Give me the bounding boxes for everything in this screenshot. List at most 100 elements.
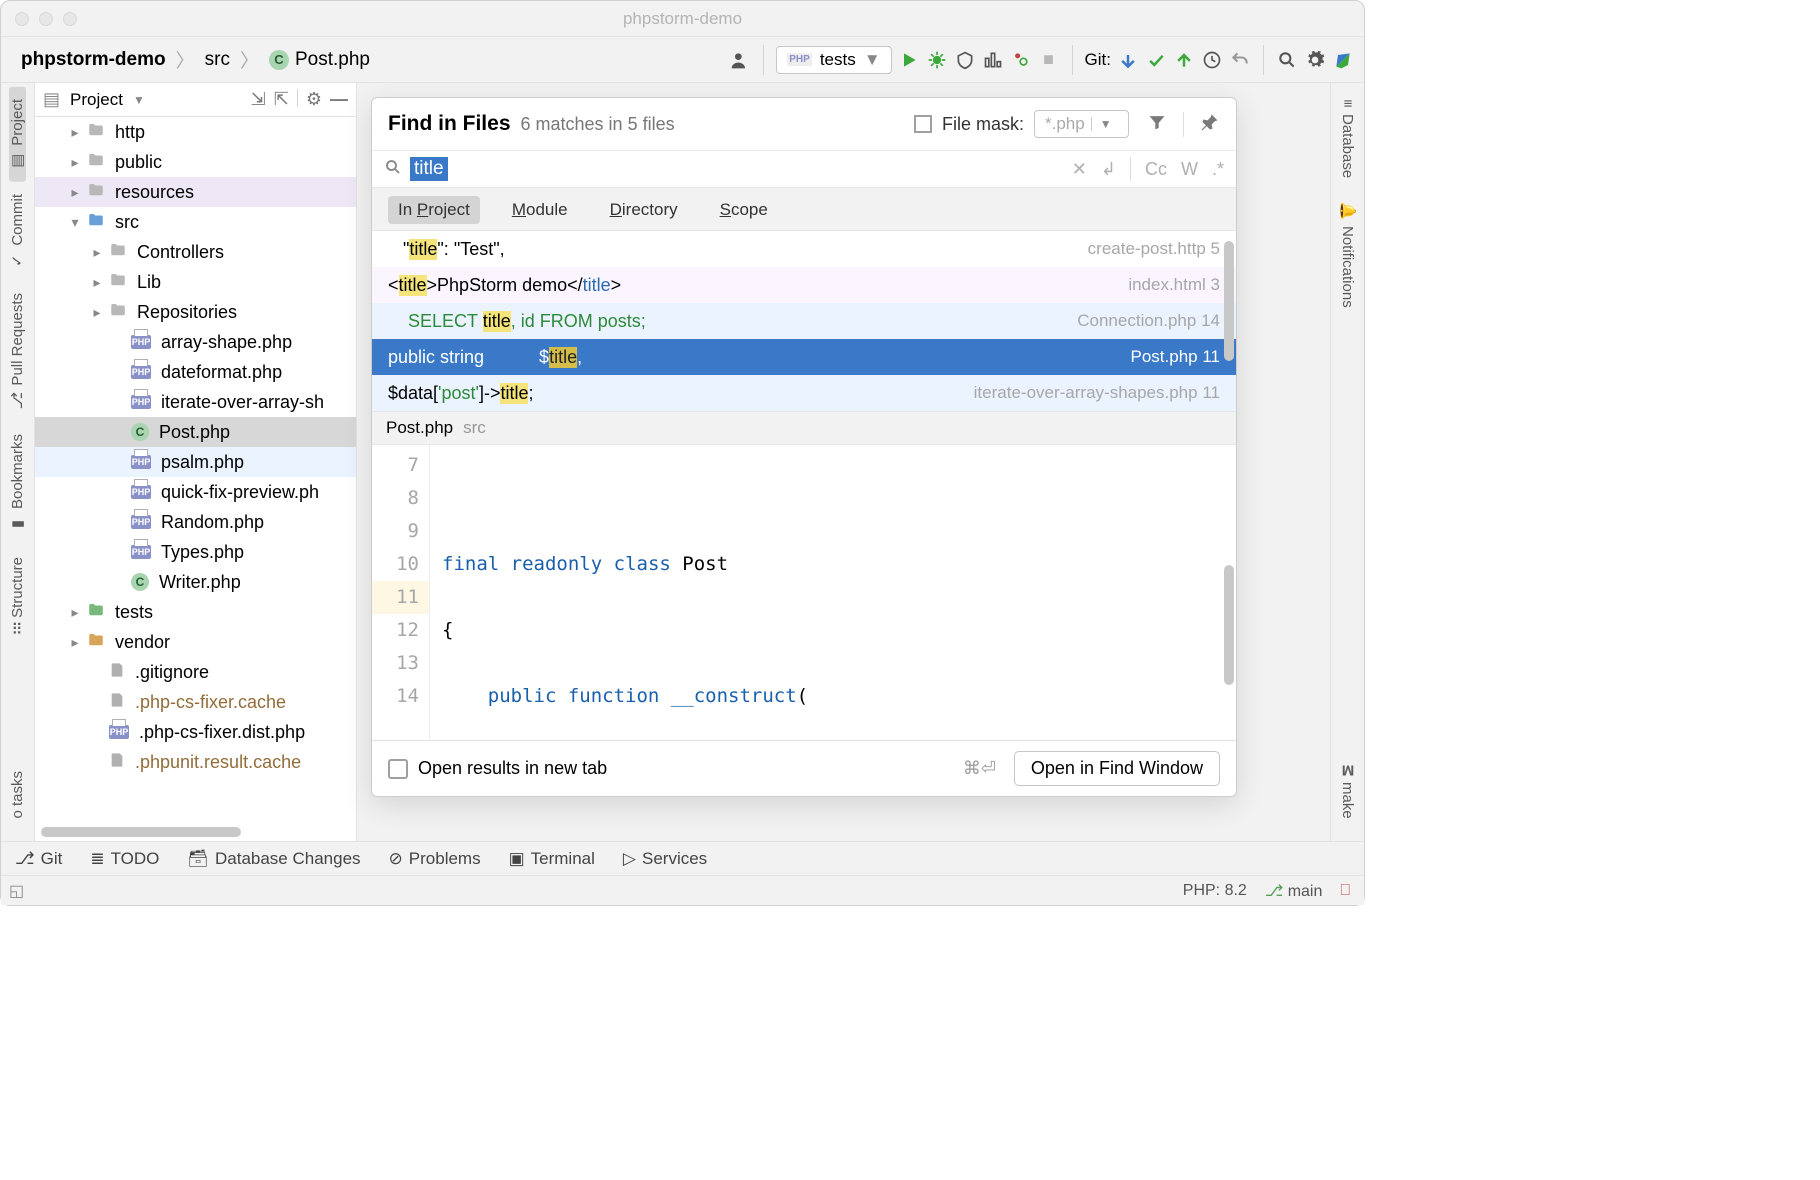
tree-row[interactable]: PHPquick-fix-preview.ph [35, 477, 356, 507]
commit-tool-tab[interactable]: ✓ Commit [9, 182, 26, 282]
tree-row[interactable]: PHPpsalm.php [35, 447, 356, 477]
dbchanges-tool-tab[interactable]: 🗃Database Changes [187, 849, 360, 869]
notifications-tool-tab[interactable]: 🔔 Notifications [1339, 190, 1356, 320]
tree-row[interactable]: PHPdateformat.php [35, 357, 356, 387]
tree-row[interactable]: PHPRandom.php [35, 507, 356, 537]
coverage-icon[interactable] [954, 49, 976, 71]
tasks-tool-tab[interactable]: o tasks [9, 759, 26, 831]
tree-row[interactable]: .phpunit.result.cache [35, 747, 356, 777]
debug-icon[interactable] [926, 49, 948, 71]
result-row-selected[interactable]: public string $title, Post.php 11 [372, 339, 1236, 375]
expand-all-icon[interactable]: ⇱ [274, 89, 289, 110]
select-opened-icon[interactable]: ⇲ [251, 89, 266, 110]
pin-icon[interactable] [1200, 112, 1220, 137]
settings-icon[interactable] [1304, 49, 1326, 71]
commit-icon[interactable] [1145, 49, 1167, 71]
tree-arrow-icon[interactable] [67, 634, 83, 651]
terminal-tool-tab[interactable]: ▣Terminal [509, 849, 595, 869]
structure-tool-tab[interactable]: ⠿ Structure [9, 545, 26, 647]
result-row[interactable]: $data['post']->title; iterate-over-array… [372, 375, 1236, 411]
git-branch[interactable]: ⎇ main [1265, 881, 1323, 901]
result-row[interactable]: <title>PhpStorm demo</title> index.html … [372, 267, 1236, 303]
project-scope-label[interactable]: Project [70, 90, 123, 110]
tree-arrow-icon[interactable] [89, 244, 105, 261]
tree-row[interactable]: Lib [35, 267, 356, 297]
search-field[interactable]: title ✕ ↲ Cc W .* [372, 150, 1236, 188]
jetbrains-logo-icon[interactable] [1332, 49, 1354, 71]
show-toolwindows-icon[interactable]: ◱ [9, 881, 24, 901]
hide-icon[interactable]: — [330, 89, 348, 110]
scope-tab-directory[interactable]: Directory [600, 196, 688, 224]
services-tool-tab[interactable]: ▷Services [623, 849, 707, 869]
file-mask-checkbox[interactable] [914, 115, 932, 133]
tree-row[interactable]: http [35, 117, 356, 147]
tree-row[interactable]: CWriter.php [35, 567, 356, 597]
run-debug-dots-icon[interactable] [1010, 49, 1032, 71]
php-version[interactable]: PHP: 8.2 [1183, 882, 1247, 900]
tree-row[interactable]: public [35, 147, 356, 177]
scope-tab-module[interactable]: Module [502, 196, 578, 224]
open-in-find-window-button[interactable]: Open in Find Window [1014, 751, 1220, 786]
tree-arrow-icon[interactable] [89, 304, 105, 321]
tree-arrow-icon[interactable] [67, 184, 83, 201]
tree-row[interactable]: tests [35, 597, 356, 627]
profile-icon[interactable] [982, 49, 1004, 71]
scope-tab-project[interactable]: In Project [388, 196, 480, 224]
tree-row[interactable]: .gitignore [35, 657, 356, 687]
open-new-tab-checkbox[interactable] [388, 759, 408, 779]
words-toggle[interactable]: W [1181, 159, 1198, 180]
crumb-file[interactable]: Post.php [295, 49, 370, 71]
preview-scrollbar[interactable] [1224, 565, 1234, 685]
stop-icon[interactable]: ■ [1038, 49, 1060, 71]
gear-icon[interactable]: ⚙ [306, 89, 322, 110]
run-icon[interactable] [898, 49, 920, 71]
regex-toggle[interactable]: .* [1212, 159, 1224, 180]
tree-row[interactable]: CPost.php [35, 417, 356, 447]
tree-row[interactable]: PHParray-shape.php [35, 327, 356, 357]
project-tree[interactable]: httppublicresourcessrcControllersLibRepo… [35, 117, 356, 841]
tree-arrow-icon[interactable] [67, 214, 83, 231]
run-config-select[interactable]: PHP tests ▼ [776, 46, 891, 74]
filter-icon[interactable] [1147, 112, 1167, 137]
tree-row[interactable]: PHPiterate-over-array-sh [35, 387, 356, 417]
problems-tool-tab[interactable]: ⊘Problems [389, 849, 481, 869]
match-case-toggle[interactable]: Cc [1145, 159, 1167, 180]
scope-tab-scope[interactable]: Scope [710, 196, 778, 224]
code-preview[interactable]: 7 8 9 10 11 12 13 14 final readonly clas… [372, 444, 1236, 740]
process-indicator-icon[interactable]: ⎕ [1340, 882, 1350, 900]
rollback-icon[interactable] [1229, 49, 1251, 71]
result-row[interactable]: "title": "Test", create-post.http 5 [372, 231, 1236, 267]
crumb-src[interactable]: src [205, 49, 230, 71]
git-tool-tab[interactable]: ⎇Git [15, 849, 62, 869]
clear-icon[interactable]: ✕ [1072, 159, 1087, 180]
tree-row[interactable]: Controllers [35, 237, 356, 267]
search-everywhere-icon[interactable] [1276, 49, 1298, 71]
database-tool-tab[interactable]: ≡ Database [1339, 87, 1356, 190]
tree-row[interactable]: PHPTypes.php [35, 537, 356, 567]
tree-row[interactable]: .php-cs-fixer.cache [35, 687, 356, 717]
breadcrumb[interactable]: phpstorm-demo 〉 src 〉 C Post.php [21, 46, 370, 73]
tree-arrow-icon[interactable] [67, 124, 83, 141]
results-list[interactable]: "title": "Test", create-post.http 5 <tit… [372, 231, 1236, 411]
tree-row[interactable]: src [35, 207, 356, 237]
pullrequests-tool-tab[interactable]: ⎇ Pull Requests [9, 281, 26, 422]
update-project-icon[interactable] [1117, 49, 1139, 71]
todo-tool-tab[interactable]: ≣TODO [90, 849, 159, 869]
results-scrollbar[interactable] [1224, 241, 1234, 361]
h-scrollbar[interactable] [41, 827, 241, 837]
newline-toggle-icon[interactable]: ↲ [1101, 159, 1116, 180]
tree-row[interactable]: vendor [35, 627, 356, 657]
tree-row[interactable]: Repositories [35, 297, 356, 327]
chevron-down-icon[interactable]: ▼ [133, 93, 145, 107]
tree-arrow-icon[interactable] [67, 154, 83, 171]
chevron-down-icon[interactable]: ▼ [1091, 117, 1112, 131]
user-icon[interactable] [729, 49, 751, 71]
tree-row[interactable]: PHP.php-cs-fixer.dist.php [35, 717, 356, 747]
result-row[interactable]: SELECT title, id FROM posts; Connection.… [372, 303, 1236, 339]
history-icon[interactable] [1201, 49, 1223, 71]
make-tool-tab[interactable]: M make [1339, 752, 1356, 831]
crumb-root[interactable]: phpstorm-demo [21, 49, 166, 71]
push-icon[interactable] [1173, 49, 1195, 71]
bookmarks-tool-tab[interactable]: ▮ Bookmarks [9, 422, 26, 545]
project-tool-tab[interactable]: ▤ Project [9, 87, 26, 182]
